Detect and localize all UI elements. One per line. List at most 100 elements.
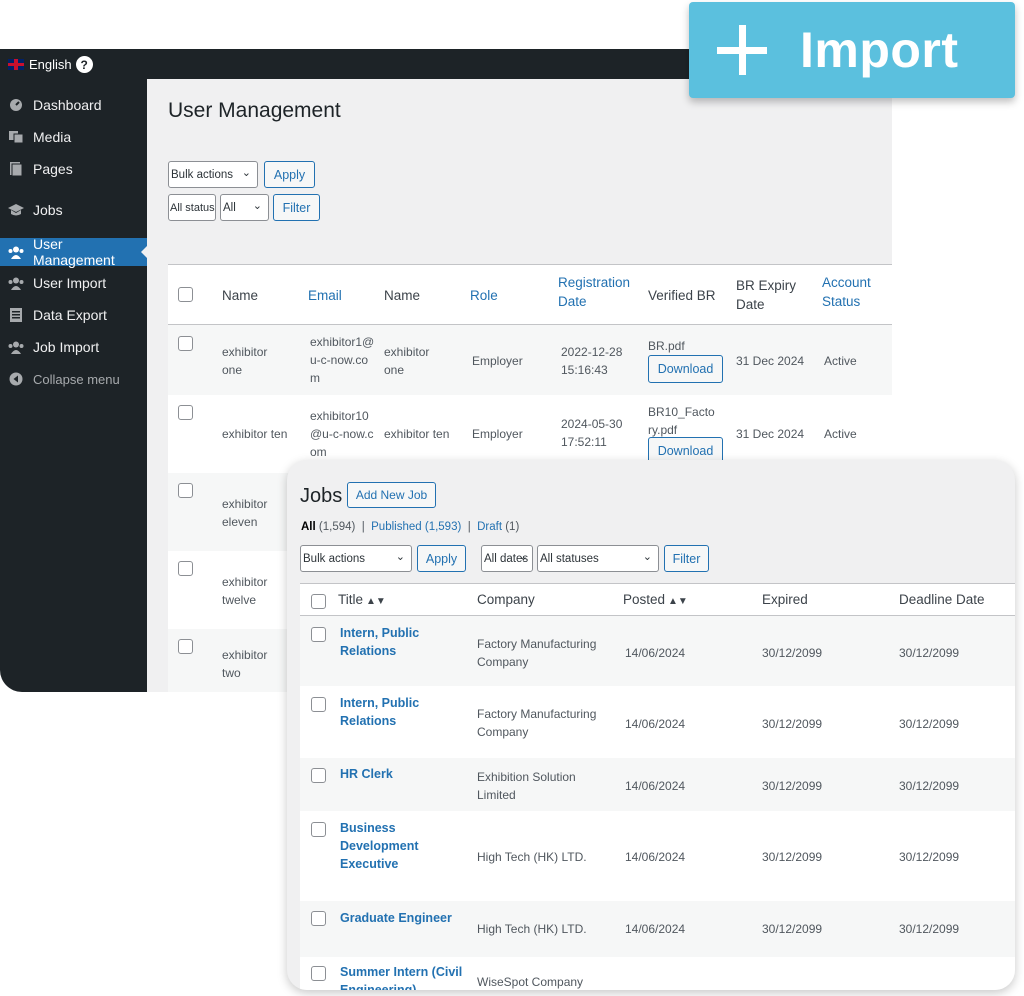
column-registration-date[interactable]: Registration Date — [558, 273, 638, 311]
user-name: exhibitor ten — [222, 427, 288, 441]
job-deadline: 30/12/2099 — [899, 646, 960, 660]
sidebar-item-label: Pages — [33, 161, 73, 177]
filter-all[interactable]: All — [301, 521, 316, 533]
chevron-down-icon: ⌄ — [395, 551, 405, 563]
bulk-actions-select[interactable]: Bulk actions ⌄ — [300, 545, 412, 572]
job-company: Factory Manufacturing Company — [477, 707, 597, 739]
row-checkbox[interactable] — [178, 405, 193, 420]
users-icon — [8, 277, 24, 290]
row-checkbox[interactable] — [178, 483, 193, 498]
filter-published[interactable]: Published — [371, 521, 422, 533]
table-row: Business Development Executive High Tech… — [300, 811, 1015, 901]
download-button[interactable]: Download — [648, 355, 723, 383]
sidebar-item-pages[interactable]: Pages — [0, 155, 147, 183]
row-checkbox[interactable] — [311, 911, 326, 926]
row-checkbox[interactable] — [178, 561, 193, 576]
sidebar-item-data-export[interactable]: Data Export — [0, 301, 147, 329]
job-title-link[interactable]: Intern, Public Relations — [340, 694, 440, 730]
add-new-job-button[interactable]: Add New Job — [347, 482, 436, 508]
sidebar-item-dashboard[interactable]: Dashboard — [0, 91, 147, 119]
job-expired: 30/12/2099 — [762, 850, 823, 864]
sidebar-item-user-management[interactable]: User Management — [0, 236, 148, 268]
bulk-actions-value: Bulk actions — [171, 168, 234, 181]
account-status: Active — [824, 354, 857, 368]
user-email: exhibitor1@u-c-now.com — [310, 335, 375, 385]
filter-button[interactable]: Filter — [273, 194, 320, 221]
job-title-link[interactable]: Summer Intern (Civil Engineering) — [340, 963, 470, 990]
row-checkbox[interactable] — [311, 697, 326, 712]
user-name-2: exhibitor one — [384, 345, 430, 377]
sort-icon: ▲▼ — [668, 596, 688, 607]
column-account-status[interactable]: Account Status — [822, 273, 882, 311]
language-switcher[interactable]: English ? — [8, 56, 93, 73]
sidebar-item-label: Jobs — [33, 202, 63, 218]
column-deadline-date: Deadline Date — [899, 592, 985, 607]
jobs-icon — [8, 204, 24, 216]
row-checkbox[interactable] — [178, 639, 193, 654]
bulk-actions-select[interactable]: Bulk actions ⌄ — [168, 161, 258, 188]
sidebar-item-label: Job Import — [33, 339, 100, 355]
help-icon[interactable]: ? — [75, 56, 93, 73]
sidebar-item-label: User Management — [33, 236, 115, 268]
table-row: Intern, Public Relations Factory Manufac… — [300, 686, 1015, 758]
user-name: exhibitor two — [222, 648, 268, 680]
row-checkbox[interactable] — [311, 627, 326, 642]
all-select[interactable]: All ⌄ — [220, 194, 269, 221]
table-header: Name Email Name Role Registration Date V… — [168, 265, 892, 325]
job-title-link[interactable]: HR Clerk — [340, 765, 393, 783]
dates-select[interactable]: All dates ⌄ — [481, 545, 533, 572]
filter-button[interactable]: Filter — [664, 545, 709, 572]
job-title-link[interactable]: Intern, Public Relations — [340, 624, 440, 660]
filter-draft-count: (1) — [505, 521, 520, 533]
user-name: exhibitor eleven — [222, 497, 268, 529]
br-expiry: 31 Dec 2024 — [736, 354, 805, 368]
plus-icon — [717, 25, 767, 75]
job-deadline: 30/12/2099 — [899, 717, 960, 731]
sidebar-item-collapse-menu[interactable]: Collapse menu — [0, 365, 147, 393]
job-posted: 14/06/2024 — [625, 717, 686, 731]
job-expired: 30/12/2099 — [762, 717, 823, 731]
column-posted[interactable]: Posted ▲▼ — [623, 592, 688, 607]
user-role: Employer — [472, 354, 523, 368]
chevron-down-icon: ⌄ — [518, 551, 528, 563]
chevron-down-icon: ⌄ — [252, 200, 262, 212]
job-company: WiseSpot Company — [477, 975, 584, 989]
column-posted-label: Posted — [623, 592, 666, 607]
column-role[interactable]: Role — [470, 286, 498, 305]
import-button[interactable]: Import — [689, 2, 1015, 98]
jobs-table: Title ▲▼ Company Posted ▲▼ Expired Deadlin… — [300, 583, 1015, 990]
sidebar-item-label: User Import — [33, 275, 107, 291]
row-checkbox[interactable] — [311, 966, 326, 981]
statuses-select-value: All statuses — [540, 552, 599, 565]
job-title-link[interactable]: Graduate Engineer — [340, 909, 452, 927]
sidebar-item-job-import[interactable]: Job Import — [0, 333, 147, 361]
sidebar-item-media[interactable]: Media — [0, 123, 147, 151]
job-title-link[interactable]: Business Development Executive — [340, 819, 430, 873]
row-checkbox[interactable] — [178, 336, 193, 351]
table-row: Summer Intern (Civil Engineering) WiseSp… — [300, 957, 1015, 990]
column-title[interactable]: Title ▲▼ — [338, 592, 386, 607]
apply-button[interactable]: Apply — [264, 161, 315, 188]
row-checkbox[interactable] — [311, 822, 326, 837]
column-title-label: Title — [338, 592, 364, 607]
job-posted: 14/06/2024 — [625, 779, 686, 793]
apply-button[interactable]: Apply — [417, 545, 466, 572]
sidebar-item-user-import[interactable]: User Import — [0, 269, 147, 297]
br-file: BR10_Factory.pdf — [648, 405, 715, 437]
sidebar-item-jobs[interactable]: Jobs — [0, 196, 147, 224]
select-all-checkbox[interactable] — [178, 287, 193, 302]
row-checkbox[interactable] — [311, 768, 326, 783]
column-email[interactable]: Email — [308, 286, 342, 305]
select-all-checkbox[interactable] — [311, 594, 326, 609]
sidebar-item-label: Media — [33, 129, 72, 145]
filter-draft[interactable]: Draft — [477, 521, 502, 533]
br-expiry: 31 Dec 2024 — [736, 427, 805, 441]
user-name: exhibitor one — [222, 345, 268, 377]
job-deadline: 30/12/2099 — [899, 779, 960, 793]
user-email: exhibitor10@u-c-now.com — [310, 409, 374, 459]
bulk-actions-value: Bulk actions — [303, 552, 366, 565]
statuses-select[interactable]: All statuses ⌄ — [537, 545, 659, 572]
status-select[interactable]: All status — [168, 194, 216, 221]
user-name-2: exhibitor ten — [384, 427, 450, 441]
collapse-icon — [8, 372, 24, 386]
